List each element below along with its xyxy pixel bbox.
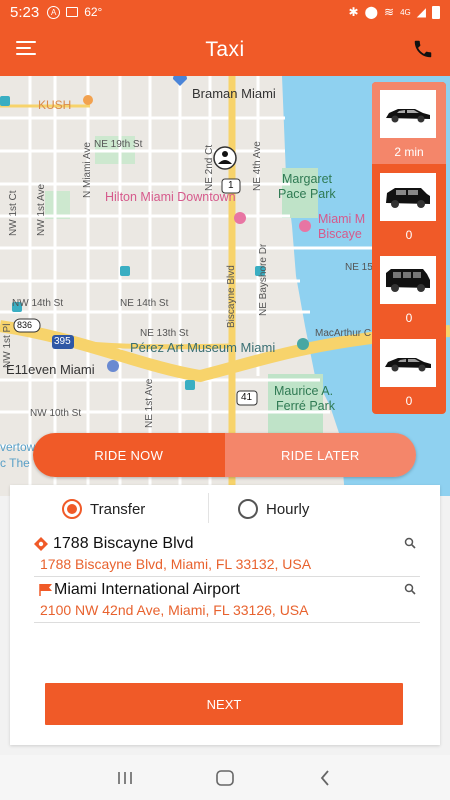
wifi-icon: ≋ xyxy=(384,5,395,19)
map-label-n-miami-ave: N Miami Ave xyxy=(82,142,93,198)
back-icon[interactable] xyxy=(310,766,340,790)
dropoff-main: Miami International Airport xyxy=(34,581,240,599)
next-button[interactable]: NEXT xyxy=(45,683,403,725)
bluetooth-icon: ✱ xyxy=(348,5,359,19)
pickup-main: 1788 Biscayne Blvd xyxy=(34,535,194,553)
suv-car-icon xyxy=(380,173,436,221)
hourly-radio-option[interactable]: Hourly xyxy=(238,499,309,519)
map-label-e11even: E11even Miami xyxy=(6,362,95,377)
map-label-ne13: NE 13th St xyxy=(140,328,189,339)
status-time: 5:23 xyxy=(10,3,40,21)
page-title: Taxi xyxy=(205,38,245,61)
map-label-ne4th: NE 4th Ave xyxy=(252,141,263,191)
hamburger-menu-icon[interactable] xyxy=(16,41,36,57)
transfer-label: Transfer xyxy=(90,500,146,518)
map-label-nw1st-pl: NW 1st Pl xyxy=(2,323,13,368)
luxury-sedan-car-icon xyxy=(380,339,436,387)
status-temperature: 62° xyxy=(84,5,103,19)
map-label-miami-bay-1: Miami M xyxy=(318,212,366,226)
ride-now-button[interactable]: RIDE NOW xyxy=(33,433,225,477)
map-label-macarthur: MacArthur C xyxy=(315,328,372,339)
sedan-car-icon xyxy=(380,90,436,138)
map-label-ne1st: NE 1st Ave xyxy=(144,378,155,428)
pickup-location-field[interactable]: 1788 Biscayne Blvd 1788 Biscayne Blvd, M… xyxy=(34,531,420,577)
home-icon[interactable] xyxy=(210,766,240,790)
route-41-shield: 41 xyxy=(241,392,253,403)
booking-card: Transfer Hourly 1788 Biscayne Blvd 1788 … xyxy=(10,485,440,745)
map-label-ne-bayshore: NE Bayshore Dr xyxy=(258,243,269,316)
crosshair-icon xyxy=(34,537,48,551)
app-bar: Taxi xyxy=(0,24,450,76)
flag-icon xyxy=(39,584,52,596)
network-type: 4G xyxy=(400,7,411,17)
map-label-maurice-2: Ferré Park xyxy=(276,399,336,413)
map-label-braman: Braman Miami xyxy=(192,86,276,101)
trip-type-divider xyxy=(208,493,209,523)
status-bar: 5:23 A 62° ✱ ⬤ ≋ 4G ◢ xyxy=(0,0,450,24)
map-label-perez: Pérez Art Museum Miami xyxy=(130,340,276,355)
vehicle-eta: 0 xyxy=(405,394,413,408)
route-836-shield: 836 xyxy=(17,320,33,330)
map-label-margaret-2: Pace Park xyxy=(278,187,336,201)
map-label-hilton: Hilton Miami Downtown xyxy=(105,190,236,204)
vehicle-eta: 2 min xyxy=(394,145,424,159)
battery-icon xyxy=(432,5,440,19)
notification-a-icon: A xyxy=(47,5,61,19)
map-label-overtown-2: c The xyxy=(0,456,30,470)
map-label-nw14: NW 14th St xyxy=(12,298,64,309)
ride-later-button[interactable]: RIDE LATER xyxy=(224,433,416,477)
map-label-nw1st-ct: NW 1st Ct xyxy=(8,190,19,236)
map-label-overtown-1: vertow xyxy=(0,440,36,454)
dropoff-address: 2100 NW 42nd Ave, Miami, FL 33126, USA xyxy=(40,602,309,618)
map-label-maurice-1: Maurice A. xyxy=(274,384,334,398)
transfer-radio-option[interactable]: Transfer xyxy=(62,499,145,519)
map-label-nw10: NW 10th St xyxy=(30,408,82,419)
signal-icon: ◢ xyxy=(416,5,426,19)
search-icon[interactable] xyxy=(404,583,416,595)
vehicle-option-sedan[interactable]: 2 min xyxy=(372,82,446,164)
ride-mode-toggle: RIDE NOW RIDE LATER xyxy=(33,433,416,477)
map-label-ne19: NE 19th St xyxy=(94,139,143,150)
location-icon: ⬤ xyxy=(364,5,379,19)
map-label-biscayne-blvd: Biscayne Blvd xyxy=(226,265,237,328)
map-label-kush: KUSH xyxy=(38,98,72,112)
map-label-miami-bay-2: Biscaye xyxy=(318,227,362,241)
route-1-shield: 1 xyxy=(228,180,234,191)
vehicle-eta: 0 xyxy=(405,311,413,325)
transfer-radio-button[interactable] xyxy=(62,499,82,519)
status-notification-icons: A 62° xyxy=(47,5,102,19)
vehicle-eta: 0 xyxy=(405,228,413,242)
map-label-nw1st-ave: NW 1st Ave xyxy=(36,183,47,236)
map-label-ne14: NE 14th St xyxy=(120,298,169,309)
pickup-title: 1788 Biscayne Blvd xyxy=(53,535,194,552)
dropoff-title: Miami International Airport xyxy=(54,581,240,598)
gallery-notification-icon xyxy=(66,7,79,17)
vehicle-option-suv[interactable]: 0 xyxy=(372,165,446,247)
status-system-icons: ✱ ⬤ ≋ 4G ◢ xyxy=(349,5,440,19)
vehicle-selector: 2 min 0 0 0 xyxy=(372,82,446,414)
pickup-address: 1788 Biscayne Blvd, Miami, FL 33132, USA xyxy=(40,556,312,572)
phone-icon[interactable] xyxy=(412,38,434,60)
recent-apps-icon[interactable] xyxy=(110,766,140,790)
map-label-margaret-1: Margaret xyxy=(282,172,333,186)
system-nav-bar xyxy=(0,755,450,800)
route-395-shield: 395 xyxy=(54,336,71,347)
van-car-icon xyxy=(380,256,436,304)
search-icon[interactable] xyxy=(404,537,416,549)
hourly-label: Hourly xyxy=(266,500,310,518)
hourly-radio-button[interactable] xyxy=(238,499,258,519)
vehicle-option-luxury-sedan[interactable]: 0 xyxy=(372,331,446,413)
vehicle-option-van[interactable]: 0 xyxy=(372,248,446,330)
dropoff-location-field[interactable]: Miami International Airport 2100 NW 42nd… xyxy=(34,577,420,623)
map-label-ne2nd: NE 2nd Ct xyxy=(204,144,215,191)
